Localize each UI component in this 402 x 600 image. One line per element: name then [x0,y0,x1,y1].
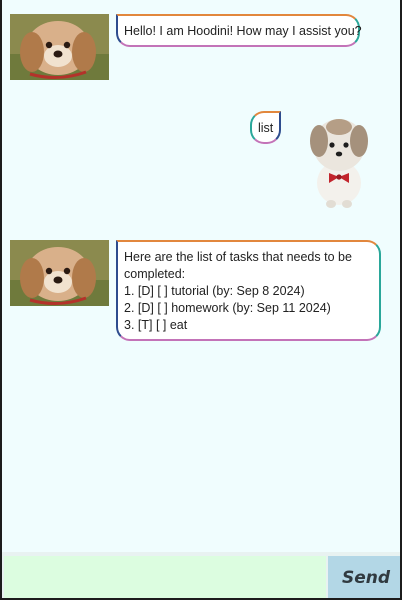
dog-photo-icon [10,240,109,306]
message-text: 1. [D] [ ] tutorial (by: Sep 8 2024) [124,284,305,298]
message-text: list [258,121,274,135]
input-bar: Send [2,552,400,598]
message-input[interactable] [4,556,326,598]
message-text: Hello! I am Hoodini! How may I assist yo… [124,24,362,38]
message-text: Here are the list of tasks that needs to… [124,250,352,264]
bot-message-bubble: Here are the list of tasks that needs to… [116,240,381,341]
send-button[interactable]: Send [328,556,400,598]
message-text: 3. [T] [ ] eat [124,318,188,332]
bot-message-bubble: Hello! I am Hoodini! How may I assist yo… [116,14,362,47]
dialog-container[interactable]: Hello! I am Hoodini! How may I assist yo… [2,0,400,552]
message-text: 2. [D] [ ] homework (by: Sep 11 2024) [124,301,331,315]
user-message-bubble: list [250,111,281,144]
chat-window: Hello! I am Hoodini! How may I assist yo… [0,0,402,600]
message-text: completed: [124,267,186,281]
white-dog-with-bow-icon [305,111,369,209]
dog-photo-icon [10,14,109,80]
